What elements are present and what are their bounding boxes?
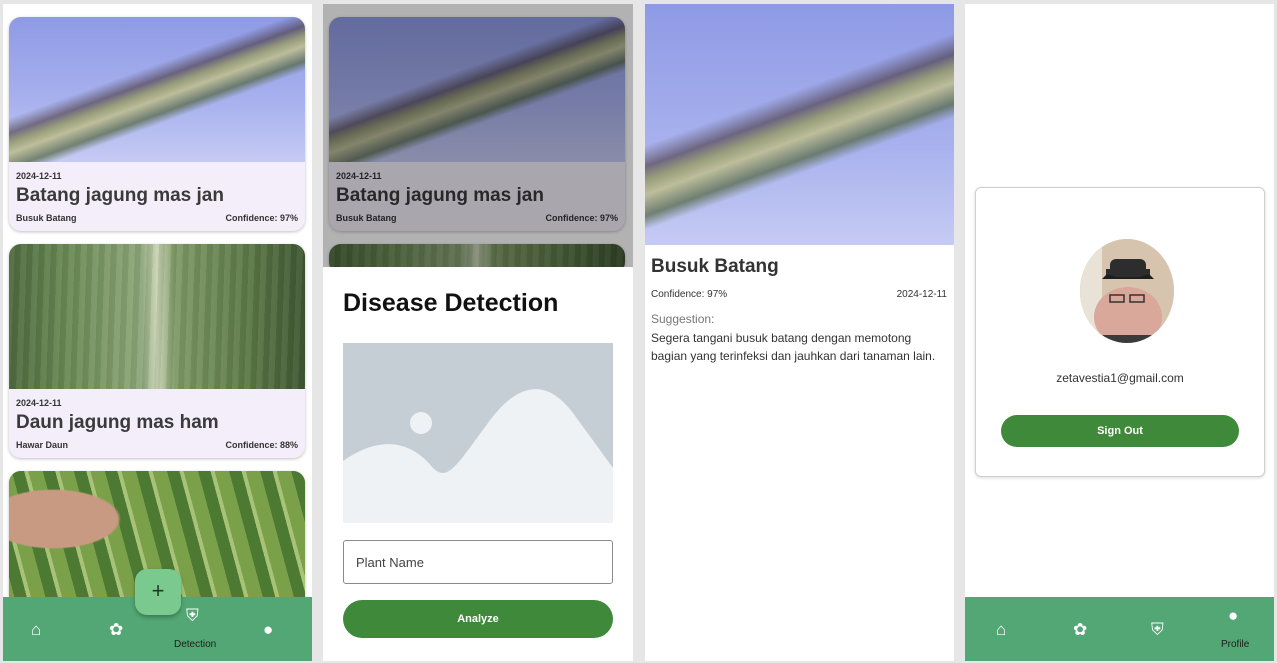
add-detection-button[interactable]: +	[135, 569, 181, 615]
profile-screen: zetavestia1@gmail.com Sign Out ⌂ ✿ ⛨ ● P…	[965, 4, 1274, 661]
card-disease: Busuk Batang	[16, 213, 77, 223]
card-confidence: Confidence: 97%	[225, 213, 298, 223]
plant-icon[interactable]: ✿	[1073, 621, 1087, 638]
home-icon[interactable]: ⌂	[996, 621, 1006, 638]
history-screen: 2024-12-11 Batang jagung mas jan Busuk B…	[3, 4, 312, 661]
plant-photo	[645, 4, 954, 245]
card-date: 2024-12-11	[16, 398, 62, 408]
analyze-button[interactable]: Analyze	[343, 600, 613, 638]
detail-screen: Busuk Batang Confidence: 97% 2024-12-11 …	[645, 4, 954, 661]
plant-name-input[interactable]: Plant Name	[343, 540, 613, 584]
shield-icon[interactable]: ⛨	[1151, 621, 1164, 638]
sheet-title: Disease Detection	[343, 289, 559, 317]
card-confidence: Confidence: 88%	[225, 440, 298, 450]
avatar-image	[1080, 239, 1174, 343]
avatar	[1080, 239, 1174, 343]
plant-icon[interactable]: ✿	[109, 621, 123, 638]
nav-label-detection[interactable]: Detection	[174, 639, 216, 650]
detection-screen: 2024-12-11 Batang jagung mas jan Busuk B…	[323, 4, 633, 661]
history-card[interactable]: 2024-12-11 Daun jagung mas ham Hawar Dau…	[9, 244, 305, 458]
image-placeholder-icon	[343, 343, 613, 523]
person-icon[interactable]: ●	[1228, 607, 1238, 624]
card-title: Batang jagung mas jan	[16, 185, 224, 206]
user-email: zetavestia1@gmail.com	[1056, 371, 1184, 385]
suggestion-label: Suggestion:	[651, 312, 715, 326]
modal-scrim[interactable]	[323, 4, 633, 267]
person-icon[interactable]: ●	[263, 621, 273, 638]
detection-date: 2024-12-11	[896, 289, 947, 300]
plant-photo	[9, 244, 305, 389]
card-disease: Hawar Daun	[16, 440, 69, 450]
plant-photo	[9, 17, 305, 162]
profile-card: zetavestia1@gmail.com Sign Out	[975, 187, 1265, 477]
history-card[interactable]: 2024-12-11 Batang jagung mas jan Busuk B…	[9, 17, 305, 231]
nav-label-profile[interactable]: Profile	[1221, 639, 1249, 650]
confidence-text: Confidence: 97%	[651, 289, 728, 300]
disease-title: Busuk Batang	[651, 256, 779, 277]
shield-icon[interactable]: ⛨	[186, 607, 199, 624]
bottom-sheet: Disease Detection Plant Name Analyze	[323, 267, 633, 661]
home-icon[interactable]: ⌂	[31, 621, 41, 638]
bottom-navigation: ⌂ ✿ ⛨ ● Profile	[965, 597, 1274, 661]
card-date: 2024-12-11	[16, 171, 62, 181]
plant-name-placeholder: Plant Name	[356, 555, 424, 570]
card-title: Daun jagung mas ham	[16, 412, 219, 433]
suggestion-text: Segera tangani busuk batang dengan memot…	[651, 331, 936, 363]
image-placeholder[interactable]	[343, 343, 613, 523]
sign-out-button[interactable]: Sign Out	[1001, 415, 1239, 447]
